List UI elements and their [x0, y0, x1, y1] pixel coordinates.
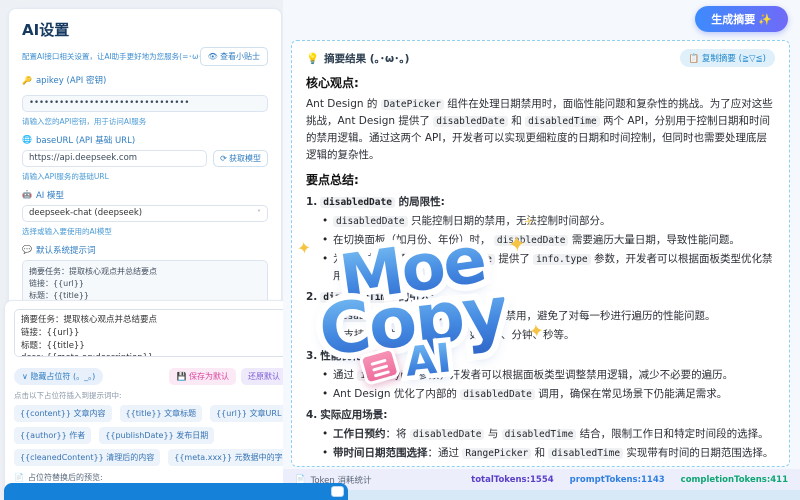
sparkle-icon: ✨	[758, 14, 772, 26]
summary-bullet-list: 工作日预约：将 disabledDate 与 disabledTime 结合，限…	[322, 426, 775, 462]
placeholder-chip[interactable]: {{meta.xxx}} 元数据中的字段	[168, 449, 296, 466]
baseurl-label: 🌐baseURL (API 基础 URL)	[22, 134, 268, 146]
footer-mini-button[interactable]	[331, 486, 344, 497]
summary-bullet: 为了解决此问题， disabledDate 提供了 info.type 参数，开…	[322, 251, 775, 285]
summary-bullet: 工作日预约：将 disabledDate 与 disabledTime 结合，限…	[322, 426, 775, 443]
placeholder-chip[interactable]: {{url}} 文章URL	[210, 405, 287, 422]
model-help: 选择或输入要使用的AI模型	[22, 226, 268, 237]
placeholder-chip[interactable]: {{publishDate}} 发布日期	[99, 427, 214, 444]
model-select[interactable]: deepseek-chat (deepseek) ˅	[22, 205, 268, 222]
summary-bullet: 在切换面板（如月份、年份）时， disabledDate 需要遍历大量日期，导致…	[322, 232, 775, 249]
summary-list-item: 4.实际应用场景:	[306, 407, 775, 424]
summary-bullet: disabledDate 只能控制日期的禁用，无法控制时间部分。	[322, 213, 775, 230]
settings-subtitle: 配置AI接口相关设置，让AI助手更好地为您服务(=･ω･)ﾉ	[22, 51, 200, 62]
summary-result-box: 💡摘要结果 (｡･ω･｡) 📋 复制摘要 (≧▽≦) 核心观点: Ant Desi…	[291, 40, 790, 467]
summary-content: 核心观点: Ant Design 的 DatePicker 组件在处理日期禁用时，…	[306, 74, 775, 467]
doc-icon: 📄	[14, 473, 24, 482]
summary-list-item: 2.disabledTime 的引入:	[306, 289, 775, 306]
chat-icon: 💬	[22, 245, 32, 254]
summary-list-item: 1.disabledDate 的局限性:	[306, 194, 775, 211]
view-tips-button[interactable]: 👁 查看小贴士	[200, 47, 268, 66]
model-select-value: deepseek-chat (deepseek)	[29, 208, 142, 218]
total-tokens-stat: totalTokens:1554	[471, 475, 554, 485]
save-as-default-button[interactable]: 💾 保存为默认	[169, 368, 236, 385]
summary-bullet: 通过 info.type 参数，开发者可以根据面板类型调整禁用逻辑，减少不必要的…	[322, 367, 775, 384]
summary-bullet-list: 通过 info.type 参数，开发者可以根据面板类型调整禁用逻辑，减少不必要的…	[322, 367, 775, 403]
generate-summary-button[interactable]: 生成摘要 ✨	[695, 6, 788, 32]
prompt-label: 💬默认系统提示词	[22, 244, 268, 256]
summary-bullet: 它支持更细粒度的时间控制，如小时、分钟、秒等。	[322, 327, 775, 344]
summary-bullet: disabledTime 专门用于控制时间的禁用，避免了对每一秒进行遍历的性能问…	[322, 308, 775, 325]
model-label: 🤖AI 模型	[22, 189, 268, 201]
eye-icon: 👁	[208, 52, 218, 61]
fetch-models-button[interactable]: ⟳ 获取模型	[213, 150, 268, 167]
refresh-icon: ⟳	[220, 154, 227, 163]
summary-bullet: 带时间日期范围选择：通过 RangePicker 和 disabledTime …	[322, 445, 775, 462]
summary-paragraph: 总的来说， disabledDate 和 disabledTime 提供了灵活的…	[306, 466, 775, 467]
baseurl-help: 请输入API服务的基础URL	[22, 171, 268, 182]
footer-action-bar[interactable]	[4, 483, 348, 500]
hide-placeholders-toggle[interactable]: ∨ 隐藏占位符 (。_。)	[14, 368, 103, 385]
placeholder-chip[interactable]: {{cleanedContent}} 清理后的内容	[14, 449, 160, 466]
summary-bullet-list: disabledTime 专门用于控制时间的禁用，避免了对每一秒进行遍历的性能问…	[322, 308, 775, 344]
placeholder-chip[interactable]: {{author}} 作者	[14, 427, 91, 444]
placeholder-chip[interactable]: {{title}} 文章标题	[120, 405, 203, 422]
bottom-strip	[283, 490, 800, 500]
chevron-down-icon: ˅	[257, 209, 261, 218]
bulb-icon: 💡	[306, 52, 319, 65]
copy-summary-button[interactable]: 📋 复制摘要 (≧▽≦)	[680, 49, 775, 67]
summary-result-panel: 生成摘要 ✨ 💡摘要结果 (｡･ω･｡) 📋 复制摘要 (≧▽≦) 核心观点: A…	[283, 0, 800, 500]
summary-list-item: 3.性能优化:	[306, 348, 775, 365]
token-usage-bar: 📄Token 消耗统计 totalTokens:1554 promptToken…	[283, 469, 800, 490]
summary-bullet-list: disabledDate 只能控制日期的禁用，无法控制时间部分。在切换面板（如月…	[322, 213, 775, 285]
globe-icon: 🌐	[22, 135, 32, 144]
completion-tokens-stat: completionTokens:411	[681, 475, 788, 485]
save-icon: 💾	[176, 372, 186, 381]
apikey-input[interactable]	[22, 95, 268, 112]
prompt-tokens-stat: promptTokens:1143	[570, 475, 665, 485]
robot-icon: 🤖	[22, 190, 32, 199]
key-icon: 🔑	[22, 76, 32, 85]
summary-paragraph: Ant Design 的 DatePicker 组件在处理日期禁用时，面临性能问…	[306, 96, 775, 164]
apikey-label: 🔑apikey (API 密钥)	[22, 74, 268, 86]
placeholder-chip[interactable]: {{content}} 文章内容	[14, 405, 112, 422]
settings-title: AI设置	[22, 19, 268, 40]
clipboard-icon: 📋	[689, 54, 700, 64]
restore-default-button[interactable]: 还原默认	[241, 368, 287, 385]
chevron-toggle-icon: ∨	[22, 372, 28, 381]
summary-heading: 核心观点:	[306, 74, 775, 93]
ai-settings-panel: AI设置 配置AI接口相关设置，让AI助手更好地为您服务(=･ω･)ﾉ 👁 查看…	[8, 8, 282, 316]
summary-heading: 要点总结:	[306, 171, 775, 190]
baseurl-input[interactable]	[22, 150, 207, 167]
summary-header: 💡摘要结果 (｡･ω･｡)	[306, 51, 409, 66]
apikey-help: 请输入您的API密钥，用于访问AI服务	[22, 116, 268, 127]
summary-bullet: Ant Design 优化了内部的 disabledDate 调用，确保在常见场…	[322, 386, 775, 403]
